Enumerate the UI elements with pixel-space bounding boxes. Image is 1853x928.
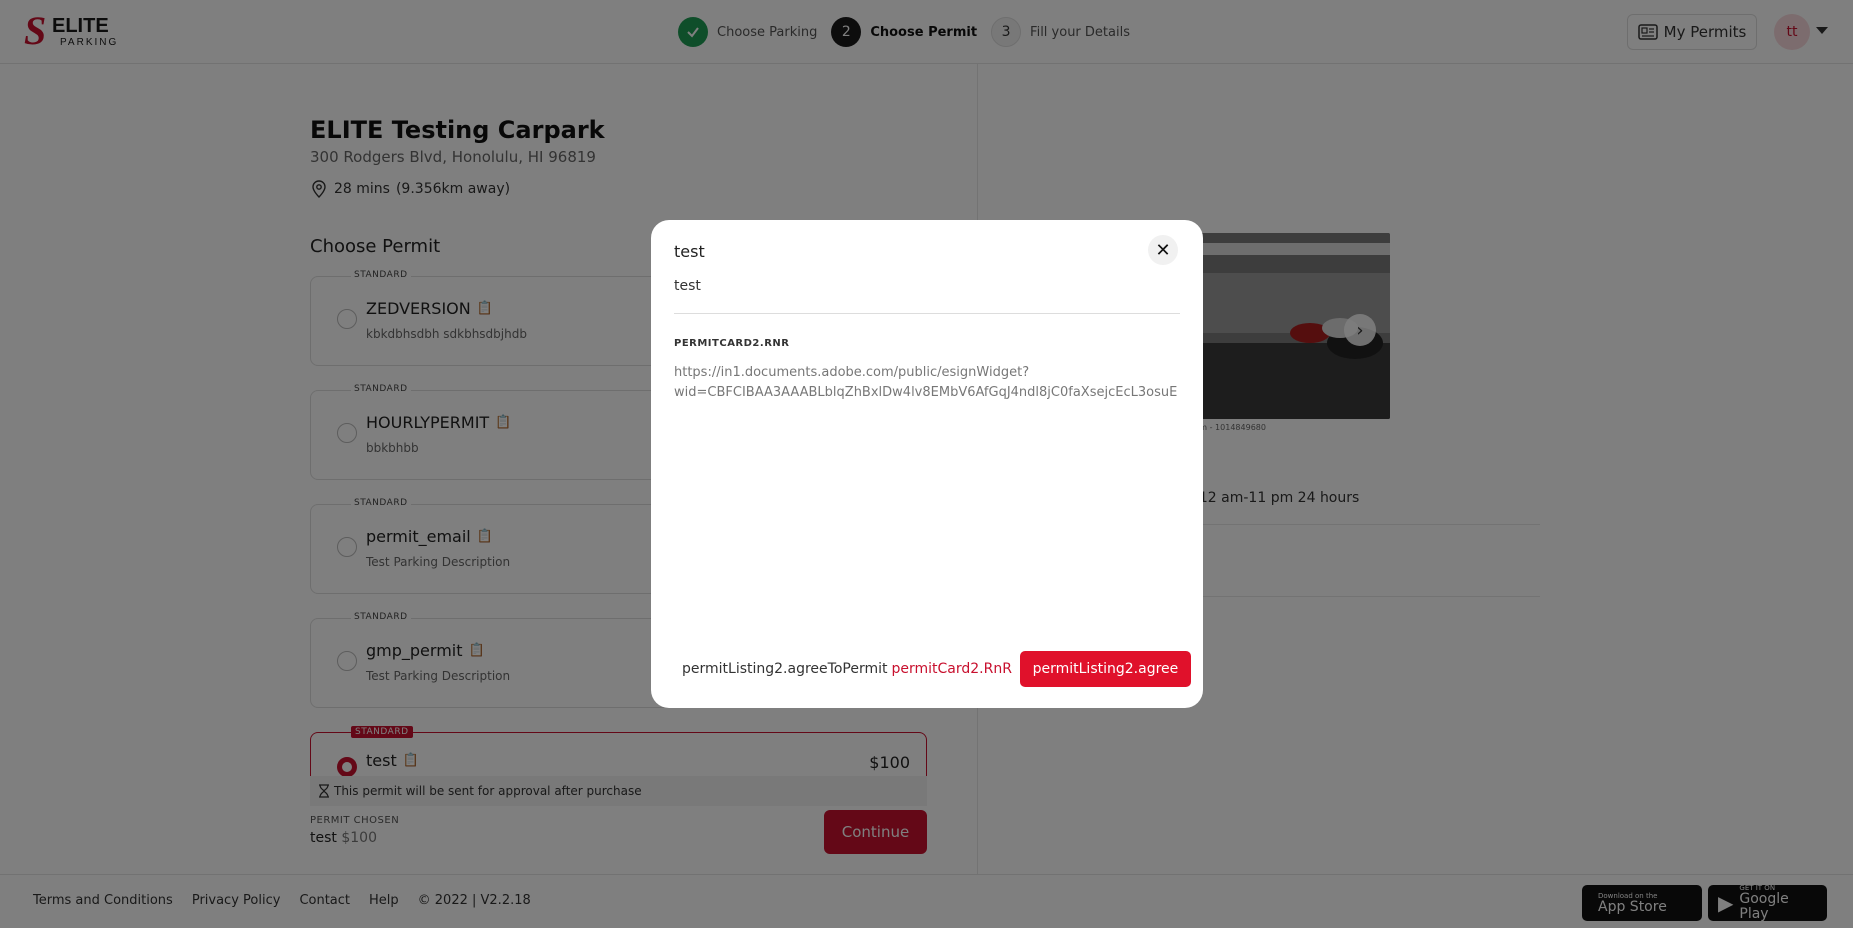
terms-link[interactable]: permitCard2.RnR — [891, 661, 1011, 677]
modal-title: test — [674, 242, 705, 261]
close-icon[interactable]: ✕ — [1148, 235, 1178, 265]
permit-terms-modal: test ✕ test PERMITCARD2.RNR https://in1.… — [651, 220, 1203, 708]
agree-button[interactable]: permitListing2.agree — [1019, 651, 1191, 687]
modal-footer: permitListing2.agreeToPermit permitCard2… — [682, 651, 1191, 687]
modal-section-label: PERMITCARD2.RNR — [674, 338, 790, 349]
terms-url-line1: https://in1.documents.adobe.com/public/e… — [674, 365, 1030, 380]
terms-url[interactable]: https://in1.documents.adobe.com/public/e… — [674, 363, 1203, 403]
modal-subtitle: test — [674, 278, 701, 294]
agree-text: permitListing2.agreeToPermit — [682, 661, 888, 677]
terms-url-line2: wid=CBFCIBAA3AAABLblqZhBxlDw4lv8EMbV6AfG… — [674, 385, 1178, 400]
modal-divider — [674, 313, 1180, 314]
